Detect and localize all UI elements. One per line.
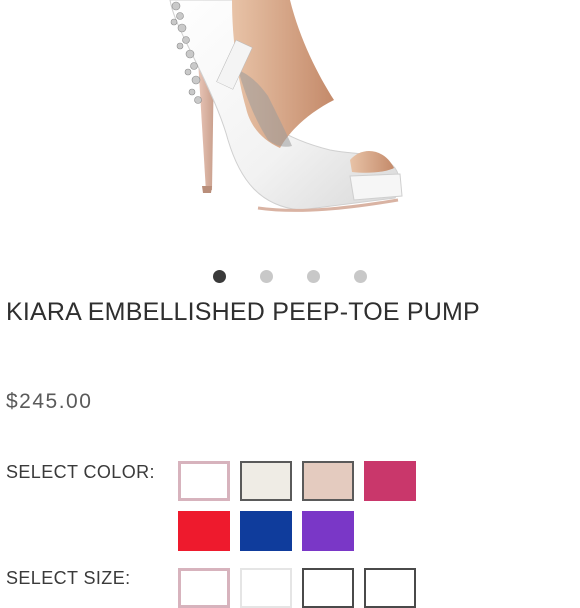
size-option-3[interactable] [302, 568, 354, 608]
select-size-label: SELECT SIZE: [6, 568, 131, 588]
color-swatch-nude[interactable] [302, 461, 354, 501]
product-title: KIARA EMBELLISHED PEEP-TOE PUMP [6, 298, 480, 326]
carousel-dot-2[interactable] [260, 270, 273, 283]
size-option-4[interactable] [364, 568, 416, 608]
size-option-2[interactable] [240, 568, 292, 608]
color-swatch-pink[interactable] [364, 461, 416, 501]
select-color-label: SELECT COLOR: [6, 462, 155, 482]
color-swatch-red[interactable] [178, 511, 230, 551]
color-swatch-blue[interactable] [240, 511, 292, 551]
product-price: $245.00 [6, 390, 93, 413]
carousel-dots [213, 270, 367, 283]
carousel-dot-4[interactable] [354, 270, 367, 283]
color-swatch-purple[interactable] [302, 511, 354, 551]
color-swatch-white[interactable] [178, 461, 230, 501]
carousel-dot-3[interactable] [307, 270, 320, 283]
carousel-dot-1[interactable] [213, 270, 226, 283]
size-option-1[interactable] [178, 568, 230, 608]
product-image [169, 0, 403, 212]
color-swatch-ivory[interactable] [240, 461, 292, 501]
